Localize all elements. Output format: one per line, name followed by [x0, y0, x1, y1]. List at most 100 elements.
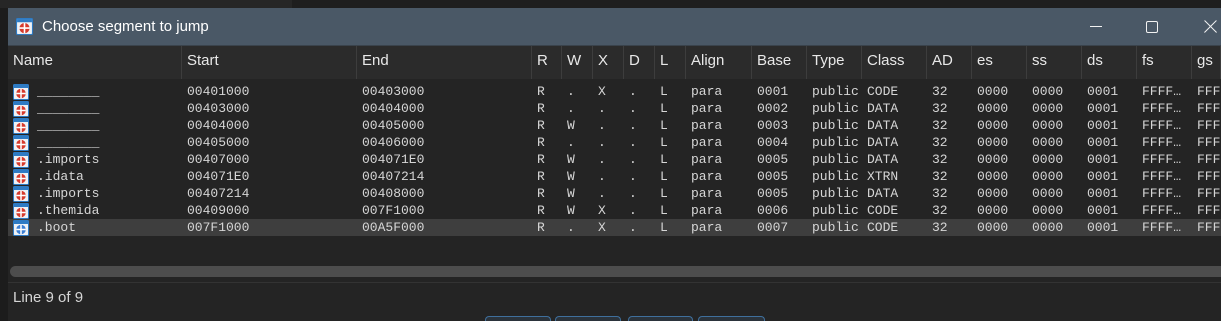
column-header-r[interactable]: R — [532, 46, 562, 79]
cell-ad: 32 — [932, 186, 948, 201]
table-row[interactable]: ________ 00405000 00406000 R... Lpara 0004 pub… — [8, 134, 1221, 151]
cell-type: public — [812, 169, 859, 184]
column-header-end[interactable]: End — [357, 46, 532, 79]
cell-w: W — [567, 118, 575, 133]
segment-name: .idata — [37, 169, 84, 184]
cell-ss: 0000 — [1032, 169, 1064, 184]
cell-es: 0000 — [977, 84, 1009, 99]
segment-icon — [13, 151, 29, 168]
table-row[interactable]: .idata 004071E0 00407214 R W.. Lpara 0005 publi… — [8, 168, 1221, 185]
cell-es: 0000 — [977, 203, 1009, 218]
table-row[interactable]: .imports 00407214 00408000 R W.. Lpara 0005 pub… — [8, 185, 1221, 202]
column-header-align[interactable]: Align — [686, 46, 752, 79]
cell-base: 0005 — [757, 186, 789, 201]
segment-list[interactable]: ________ 00401000 00403000 R. X. Lpara 0001 pub… — [8, 79, 1221, 263]
segment-name: ________ — [37, 118, 100, 133]
cell-fs: FFFF… — [1142, 203, 1182, 218]
column-header-ds[interactable]: ds — [1082, 46, 1137, 79]
horizontal-scrollbar[interactable] — [8, 263, 1221, 280]
column-header-es[interactable]: es — [972, 46, 1027, 79]
table-header: Name Start End R W X D L Align Base Type Class AD es s… — [8, 45, 1221, 79]
segment-name: .themida — [37, 203, 100, 218]
cell-fs: FFFF… — [1142, 169, 1182, 184]
cell-start: 00409000 — [187, 203, 250, 218]
cell-l: L — [660, 220, 668, 235]
column-header-d[interactable]: D — [624, 46, 655, 79]
table-row[interactable]: ________ 00403000 00404000 R... Lpara 0002 pub… — [8, 100, 1221, 117]
cell-fs: FFFF… — [1142, 101, 1182, 116]
cell-ss: 0000 — [1032, 186, 1064, 201]
dialog-button-3[interactable] — [628, 316, 693, 321]
table-row[interactable]: ________ 00404000 00405000 R W.. Lpara 0003 pub… — [8, 117, 1221, 134]
cell-start: 00405000 — [187, 135, 250, 150]
segment-icon — [13, 117, 29, 134]
table-row-selected[interactable]: .boot 007F1000 00A5F000 R. X. Lpara 0007 public… — [8, 219, 1221, 236]
cell-end: 004071E0 — [362, 152, 425, 167]
maximize-button[interactable] — [1124, 8, 1180, 45]
background-code-view — [292, 0, 1221, 8]
cell-l: L — [660, 152, 668, 167]
column-header-w[interactable]: W — [562, 46, 593, 79]
segment-name: .boot — [37, 220, 77, 235]
cell-ss: 0000 — [1032, 101, 1064, 116]
cell-base: 0006 — [757, 203, 789, 218]
choose-segment-dialog: Choose segment to jump Name Start End R W X D L… — [8, 8, 1221, 321]
cell-gs: FFFF — [1197, 118, 1221, 133]
dialog-button-2[interactable] — [555, 316, 621, 321]
cell-gs: FFFF — [1197, 135, 1221, 150]
column-header-ss[interactable]: ss — [1027, 46, 1082, 79]
column-header-ad[interactable]: AD — [927, 46, 972, 79]
cell-type: public — [812, 84, 859, 99]
cell-gs: FFFF — [1197, 101, 1221, 116]
column-header-start[interactable]: Start — [182, 46, 357, 79]
dialog-button-1[interactable] — [485, 316, 551, 321]
column-header-base[interactable]: Base — [752, 46, 807, 79]
column-header-x[interactable]: X — [593, 46, 624, 79]
column-header-name[interactable]: Name — [8, 46, 182, 79]
cell-ad: 32 — [932, 84, 948, 99]
dialog-button-4[interactable] — [698, 316, 765, 321]
table-row[interactable]: .imports 00407000 004071E0 R W.. Lpara 0005 pub… — [8, 151, 1221, 168]
cell-gs: FFFF — [1197, 186, 1221, 201]
table-row[interactable]: .themida 00409000 007F1000 R W X. Lpara 0006 pub… — [8, 202, 1221, 219]
cell-align: para — [691, 152, 723, 167]
cell-ss: 0000 — [1032, 203, 1064, 218]
cell-es: 0000 — [977, 135, 1009, 150]
cell-ss: 0000 — [1032, 135, 1064, 150]
cell-name: .themida — [8, 202, 182, 219]
segment-icon — [13, 202, 29, 219]
cell-type: public — [812, 135, 859, 150]
cell-ds: 0001 — [1087, 101, 1119, 116]
column-header-gs[interactable]: gs — [1192, 46, 1221, 79]
table-row[interactable]: ________ 00401000 00403000 R. X. Lpara 0001 pub… — [8, 83, 1221, 100]
scrollbar-thumb[interactable] — [10, 266, 1221, 277]
cell-l: L — [660, 135, 668, 150]
cell-r: R — [537, 84, 545, 99]
cell-name: .imports — [8, 185, 182, 202]
segment-name: .imports — [37, 152, 100, 167]
cell-x: . — [598, 135, 606, 150]
segment-icon — [13, 185, 29, 202]
cell-class: CODE — [867, 220, 899, 235]
cell-l: L — [660, 186, 668, 201]
cell-ad: 32 — [932, 101, 948, 116]
column-header-l[interactable]: L — [655, 46, 686, 79]
cell-es: 0000 — [977, 186, 1009, 201]
minimize-button[interactable] — [1068, 8, 1124, 45]
title-bar[interactable]: Choose segment to jump — [8, 8, 1221, 45]
column-header-type[interactable]: Type — [807, 46, 862, 79]
close-button[interactable] — [1182, 8, 1221, 45]
cell-name: .boot — [8, 219, 182, 236]
cell-x: X — [598, 220, 606, 235]
column-header-class[interactable]: Class — [862, 46, 927, 79]
cell-end: 00403000 — [362, 84, 425, 99]
cell-start: 00407214 — [187, 186, 250, 201]
cell-name: .imports — [8, 151, 182, 168]
cell-ds: 0001 — [1087, 135, 1119, 150]
cell-ad: 32 — [932, 135, 948, 150]
cell-name: .idata — [8, 168, 182, 185]
segment-icon — [13, 83, 29, 100]
cell-type: public — [812, 152, 859, 167]
column-header-fs[interactable]: fs — [1137, 46, 1192, 79]
cell-start: 00403000 — [187, 101, 250, 116]
